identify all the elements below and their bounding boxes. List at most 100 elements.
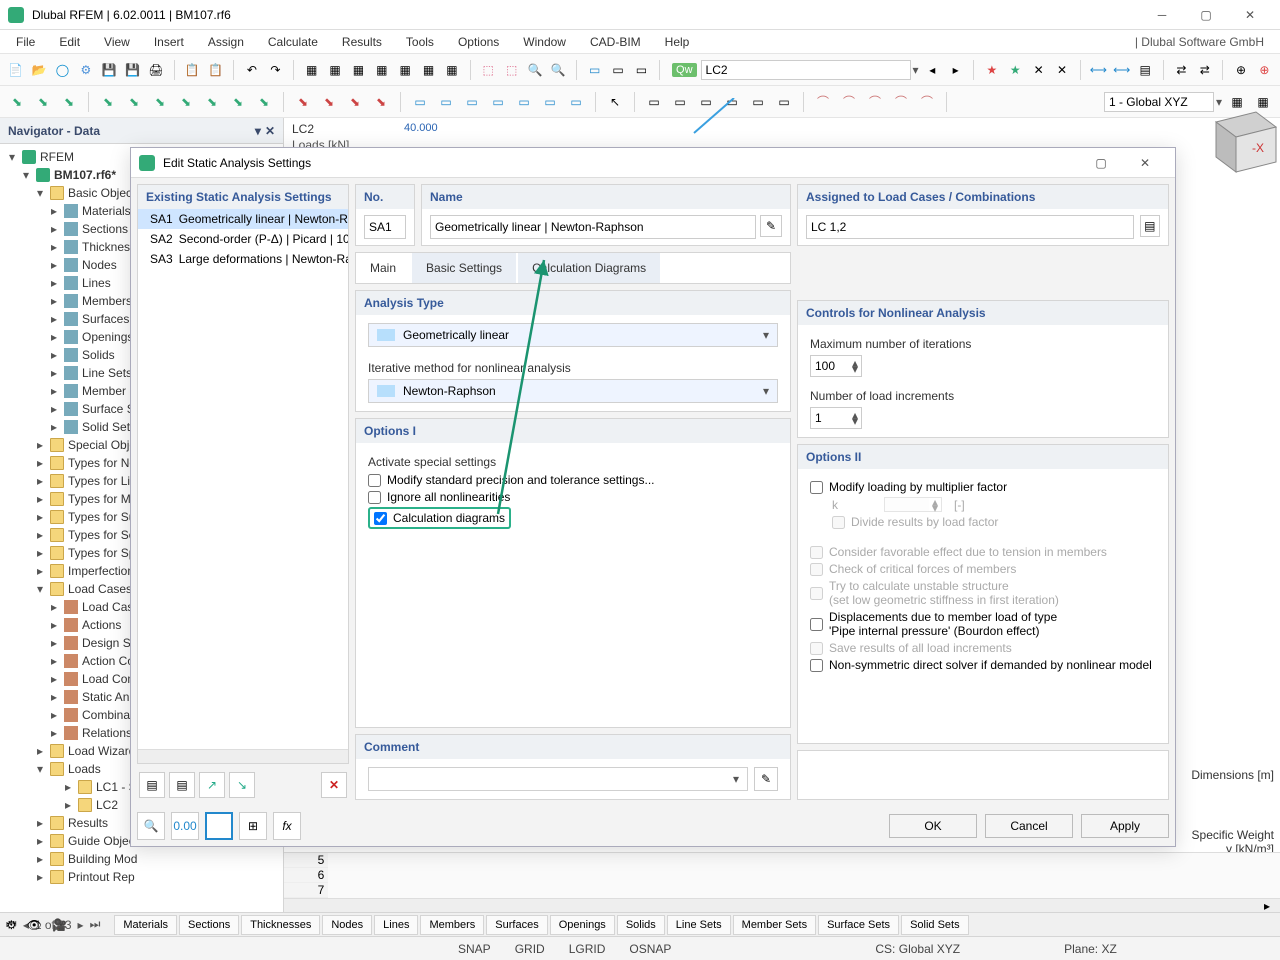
- tool-paste-icon[interactable]: 📋: [206, 59, 225, 81]
- lt-copy-icon[interactable]: ▤: [169, 772, 195, 798]
- dlg-close-button[interactable]: ✕: [1123, 149, 1167, 177]
- tree-file[interactable]: BM107.rf6*: [54, 168, 116, 182]
- analysis-type-combo[interactable]: Geometrically linear ▾: [368, 323, 778, 347]
- tool-undo-icon[interactable]: ↶: [242, 59, 261, 81]
- tool-star2-icon[interactable]: ★: [1006, 59, 1025, 81]
- t2-cursor-icon[interactable]: ↖: [604, 91, 626, 113]
- tool-next-icon[interactable]: ▸: [946, 59, 965, 81]
- t2-17-icon[interactable]: ▭: [461, 91, 483, 113]
- bottom-tab[interactable]: Members: [420, 915, 484, 935]
- navcube-icon[interactable]: -X: [1196, 92, 1280, 182]
- tool-grid6-icon[interactable]: ▦: [419, 59, 438, 81]
- menu-cadbim[interactable]: CAD-BIM: [580, 33, 651, 51]
- menu-calculate[interactable]: Calculate: [258, 33, 328, 51]
- tool-settings-icon[interactable]: ⚙: [76, 59, 95, 81]
- menu-help[interactable]: Help: [655, 33, 700, 51]
- tool-new-icon[interactable]: 📄: [6, 59, 25, 81]
- t2-bridge5-icon[interactable]: ⌒: [916, 91, 938, 113]
- menu-assign[interactable]: Assign: [198, 33, 254, 51]
- status-snap[interactable]: SNAP: [458, 942, 491, 956]
- assigned-input[interactable]: [806, 215, 1134, 239]
- t2-6-icon[interactable]: ⬊: [149, 91, 171, 113]
- tool-zoomfit-icon[interactable]: 🔍: [525, 59, 544, 81]
- sa-row[interactable]: SA1Geometrically linear | Newton-Raphson: [138, 209, 348, 229]
- chk-calc-diagrams[interactable]: Calculation diagrams: [374, 511, 505, 525]
- maximize-button[interactable]: ▢: [1184, 1, 1228, 29]
- lc-input[interactable]: [701, 60, 911, 80]
- dlg-square-icon[interactable]: [205, 812, 233, 840]
- comment-edit-icon[interactable]: ✎: [754, 767, 778, 791]
- sa-row[interactable]: SA3Large deformations | Newton-Raphson: [138, 249, 348, 269]
- tool-copy-icon[interactable]: 📋: [183, 59, 202, 81]
- chk-displacements-pipe[interactable]: Displacements due to member load of type…: [810, 610, 1156, 638]
- tool-select2-icon[interactable]: ⬚: [502, 59, 521, 81]
- bottom-tab[interactable]: Thicknesses: [241, 915, 320, 935]
- lt-delete-icon[interactable]: ✕: [321, 772, 347, 798]
- bottom-tab[interactable]: Surfaces: [486, 915, 547, 935]
- tool-star1-icon[interactable]: ★: [982, 59, 1001, 81]
- t2-bridge3-icon[interactable]: ⌒: [864, 91, 886, 113]
- t2-15-icon[interactable]: ▭: [409, 91, 431, 113]
- btab-next-icon[interactable]: ▸: [78, 918, 84, 932]
- max-iter-spin[interactable]: ▴▾: [810, 355, 862, 377]
- status-gear-icon[interactable]: ⚙: [6, 918, 17, 932]
- status-lgrid[interactable]: LGRID: [569, 942, 606, 956]
- t2-box5-icon[interactable]: ▭: [747, 91, 769, 113]
- t2-7-icon[interactable]: ⬊: [175, 91, 197, 113]
- menu-tools[interactable]: Tools: [396, 33, 444, 51]
- tab-main[interactable]: Main: [356, 253, 410, 283]
- tool-target-icon[interactable]: ⊕: [1255, 59, 1274, 81]
- t2-19-icon[interactable]: ▭: [513, 91, 535, 113]
- menu-insert[interactable]: Insert: [144, 33, 194, 51]
- t2-20-icon[interactable]: ▭: [539, 91, 561, 113]
- menu-edit[interactable]: Edit: [49, 33, 90, 51]
- bottom-tab[interactable]: Surface Sets: [818, 915, 899, 935]
- tool-view1-icon[interactable]: ▭: [585, 59, 604, 81]
- t2-bridge2-icon[interactable]: ⌒: [838, 91, 860, 113]
- t2-21-icon[interactable]: ▭: [565, 91, 587, 113]
- bottom-tab[interactable]: Nodes: [322, 915, 372, 935]
- lt-new-icon[interactable]: ▤: [139, 772, 165, 798]
- t2-12-icon[interactable]: ⬊: [318, 91, 340, 113]
- t2-10-icon[interactable]: ⬊: [253, 91, 275, 113]
- num-incr-spin[interactable]: ▴▾: [810, 407, 862, 429]
- bottom-tab[interactable]: Lines: [374, 915, 418, 935]
- tool-redo-icon[interactable]: ↷: [266, 59, 285, 81]
- status-camera-icon[interactable]: 🎥: [52, 918, 67, 932]
- nav-pin-icon[interactable]: ▾: [255, 124, 261, 138]
- t2-5-icon[interactable]: ⬊: [123, 91, 145, 113]
- tool-open-icon[interactable]: 📂: [29, 59, 48, 81]
- chk-modify-loading[interactable]: Modify loading by multiplier factor: [810, 480, 1156, 494]
- tool-grid4-icon[interactable]: ▦: [372, 59, 391, 81]
- sa-row[interactable]: SA2Second-order (P-Δ) | Picard | 100: [138, 229, 348, 249]
- dlg-maximize-button[interactable]: ▢: [1079, 149, 1123, 177]
- no-input[interactable]: [364, 215, 406, 239]
- tool-grid7-icon[interactable]: ▦: [442, 59, 461, 81]
- btab-last-icon[interactable]: ⏭: [90, 917, 101, 932]
- bottom-tab[interactable]: Openings: [550, 915, 615, 935]
- tool-save-icon[interactable]: 💾: [100, 59, 119, 81]
- t2-3-icon[interactable]: ⬊: [58, 91, 80, 113]
- bottom-tab[interactable]: Solid Sets: [901, 915, 969, 935]
- tool-view2-icon[interactable]: ▭: [608, 59, 627, 81]
- tool-prev-icon[interactable]: ◂: [923, 59, 942, 81]
- tree-folder[interactable]: ▸Building Mod: [6, 850, 283, 868]
- t2-bridge1-icon[interactable]: ⌒: [812, 91, 834, 113]
- t2-8-icon[interactable]: ⬊: [201, 91, 223, 113]
- tool-x1-icon[interactable]: ✕: [1029, 59, 1048, 81]
- tool-dim2-icon[interactable]: ⟷: [1112, 59, 1131, 81]
- t2-2-icon[interactable]: ⬊: [32, 91, 54, 113]
- tool-zoom-icon[interactable]: 🔍: [549, 59, 568, 81]
- t2-bridge4-icon[interactable]: ⌒: [890, 91, 912, 113]
- lt-up-icon[interactable]: ↗: [199, 772, 225, 798]
- chk-modify-precision[interactable]: Modify standard precision and tolerance …: [368, 473, 778, 487]
- t2-box6-icon[interactable]: ▭: [773, 91, 795, 113]
- tool-grid2-icon[interactable]: ▦: [325, 59, 344, 81]
- iter-method-combo[interactable]: Newton-Raphson ▾: [368, 379, 778, 403]
- dlg-tree-icon[interactable]: ⊞: [239, 812, 267, 840]
- tool-layer-icon[interactable]: ▤: [1135, 59, 1154, 81]
- t2-13-icon[interactable]: ⬊: [344, 91, 366, 113]
- lc-combo[interactable]: Qw ▾: [672, 60, 919, 80]
- tool-refresh-icon[interactable]: ◯: [53, 59, 72, 81]
- status-grid[interactable]: GRID: [515, 942, 545, 956]
